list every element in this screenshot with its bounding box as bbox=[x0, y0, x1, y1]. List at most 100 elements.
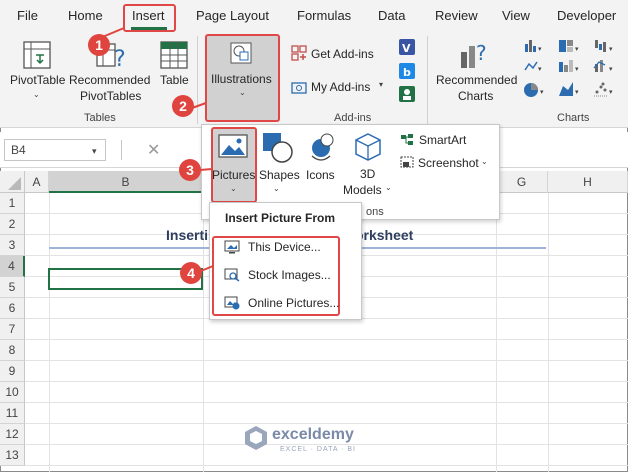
3d-models-chevron-icon[interactable]: ⌄ bbox=[385, 183, 392, 192]
row-header[interactable]: 7 bbox=[0, 319, 25, 340]
svg-text:▾: ▾ bbox=[575, 46, 579, 53]
tab-developer[interactable]: Developer bbox=[557, 8, 616, 23]
group-label-tables: Tables bbox=[84, 112, 116, 124]
tab-file[interactable]: File bbox=[17, 8, 38, 23]
online-pictures-item[interactable]: Online Pictures... bbox=[248, 296, 339, 310]
people-graph-icon[interactable] bbox=[398, 85, 416, 103]
scatter-chart-icon[interactable]: ▾ bbox=[594, 82, 613, 97]
sheet-title-left: Inserti bbox=[166, 227, 209, 243]
column-header-h[interactable]: H bbox=[548, 171, 628, 193]
area-chart-icon[interactable]: ▾ bbox=[559, 82, 579, 96]
grid-line bbox=[49, 193, 50, 472]
3d-models-label-2[interactable]: Models bbox=[343, 183, 382, 197]
smartart-icon[interactable] bbox=[400, 133, 414, 147]
screenshot-label[interactable]: Screenshot bbox=[418, 156, 479, 170]
pictures-icon bbox=[218, 134, 248, 158]
watermark-tagline: EXCEL · DATA · BI bbox=[280, 446, 356, 453]
pivot-table-icon[interactable] bbox=[22, 40, 52, 70]
svg-text:V: V bbox=[402, 42, 411, 55]
stock-images-item[interactable]: Stock Images... bbox=[248, 268, 331, 282]
row-header[interactable]: 9 bbox=[0, 361, 25, 382]
name-box[interactable]: B4 bbox=[4, 139, 106, 161]
recommended-charts-icon[interactable]: ? bbox=[458, 40, 492, 70]
row-header[interactable]: 13 bbox=[0, 445, 25, 466]
tab-view[interactable]: View bbox=[502, 8, 530, 23]
select-all-corner[interactable] bbox=[0, 171, 25, 193]
table-icon[interactable] bbox=[159, 40, 189, 70]
this-device-item[interactable]: This Device... bbox=[248, 240, 321, 254]
svg-text:▾: ▾ bbox=[538, 46, 542, 53]
active-tab-indicator bbox=[131, 27, 167, 30]
illustrations-chevron-icon: ⌄ bbox=[239, 88, 246, 97]
my-addins-label[interactable]: My Add-ins bbox=[311, 80, 370, 94]
row-header[interactable]: 12 bbox=[0, 424, 25, 445]
cancel-icon[interactable]: ✕ bbox=[147, 140, 160, 160]
combo-chart-icon[interactable]: ▾ bbox=[593, 60, 613, 73]
grid-line bbox=[25, 444, 628, 445]
bing-icon[interactable]: b bbox=[398, 62, 416, 80]
screenshot-chevron-icon[interactable]: ⌄ bbox=[481, 157, 488, 166]
icons-icon[interactable] bbox=[305, 132, 337, 164]
recommended-pivottables-label-1[interactable]: Recommended bbox=[69, 73, 150, 87]
smartart-label[interactable]: SmartArt bbox=[419, 133, 466, 147]
my-addins-chevron-icon[interactable]: ▾ bbox=[379, 80, 383, 89]
shapes-label[interactable]: Shapes bbox=[259, 168, 300, 182]
tab-data[interactable]: Data bbox=[378, 8, 405, 23]
3d-models-label-1[interactable]: 3D bbox=[360, 167, 375, 181]
group-label-charts: Charts bbox=[557, 112, 590, 124]
recommended-pivottables-label-2[interactable]: PivotTables bbox=[80, 89, 141, 103]
tab-formulas[interactable]: Formulas bbox=[297, 8, 351, 23]
group-label-addins: Add-ins bbox=[334, 112, 372, 124]
grid-line bbox=[25, 339, 628, 340]
shapes-icon[interactable] bbox=[262, 132, 294, 164]
svg-text:b: b bbox=[403, 66, 411, 79]
line-chart-icon[interactable]: ▾ bbox=[524, 61, 542, 73]
watermark-name: exceldemy bbox=[272, 426, 354, 443]
tab-home[interactable]: Home bbox=[68, 8, 103, 23]
statistic-chart-icon[interactable]: ▾ bbox=[559, 60, 579, 73]
grid-line bbox=[496, 193, 497, 472]
waterfall-chart-icon[interactable]: ▾ bbox=[595, 40, 613, 53]
tab-page-layout[interactable]: Page Layout bbox=[196, 8, 269, 23]
pie-chart-icon[interactable]: ▾ bbox=[524, 83, 544, 97]
row-header[interactable]: 6 bbox=[0, 298, 25, 319]
column-header-g[interactable]: G bbox=[496, 171, 548, 193]
svg-text:▾: ▾ bbox=[575, 66, 579, 73]
svg-text:▾: ▾ bbox=[575, 89, 579, 96]
row-header[interactable]: 4 bbox=[0, 256, 25, 277]
stock-images-icon bbox=[224, 268, 240, 282]
recommended-charts-label-1[interactable]: Recommended bbox=[436, 73, 517, 87]
recommended-charts-label-2[interactable]: Charts bbox=[458, 89, 493, 103]
row-header[interactable]: 10 bbox=[0, 382, 25, 403]
svg-text:▾: ▾ bbox=[609, 66, 613, 73]
my-addins-icon[interactable] bbox=[291, 79, 307, 95]
name-box-value: B4 bbox=[11, 143, 26, 157]
column-header-a[interactable]: A bbox=[25, 171, 49, 193]
svg-text:?: ? bbox=[114, 47, 126, 70]
pictures-label: Pictures bbox=[212, 168, 256, 182]
row-header[interactable]: 3 bbox=[0, 235, 25, 256]
chart-types-gallery: ▾ ▾ ▾ ▾ ▾ ▾ ▾ ▾ ▾ bbox=[524, 40, 613, 97]
icons-label[interactable]: Icons bbox=[306, 168, 335, 182]
row-header[interactable]: 1 bbox=[0, 193, 25, 214]
screenshot-icon[interactable] bbox=[400, 155, 414, 169]
get-addins-icon[interactable] bbox=[291, 45, 307, 61]
callout-3-arrow bbox=[199, 168, 213, 171]
tab-review[interactable]: Review bbox=[435, 8, 478, 23]
column-chart-icon[interactable]: ▾ bbox=[525, 40, 542, 53]
hierarchy-chart-icon[interactable]: ▾ bbox=[559, 40, 579, 53]
get-addins-label[interactable]: Get Add-ins bbox=[311, 47, 374, 61]
3d-models-icon[interactable] bbox=[353, 132, 383, 162]
row-header[interactable]: 8 bbox=[0, 340, 25, 361]
table-label[interactable]: Table bbox=[160, 73, 189, 87]
shapes-chevron-icon[interactable]: ⌄ bbox=[273, 184, 280, 193]
svg-text:▾: ▾ bbox=[609, 46, 613, 53]
visio-icon[interactable]: V bbox=[398, 38, 416, 56]
pivot-table-chevron-icon[interactable]: ⌄ bbox=[33, 90, 40, 99]
row-header[interactable]: 2 bbox=[0, 214, 25, 235]
exceldemy-logo-icon bbox=[245, 426, 267, 450]
row-header[interactable]: 5 bbox=[0, 277, 25, 298]
row-header[interactable]: 11 bbox=[0, 403, 25, 424]
pivot-table-label[interactable]: PivotTable bbox=[10, 73, 65, 87]
name-box-dropdown-icon[interactable]: ▾ bbox=[92, 146, 97, 157]
